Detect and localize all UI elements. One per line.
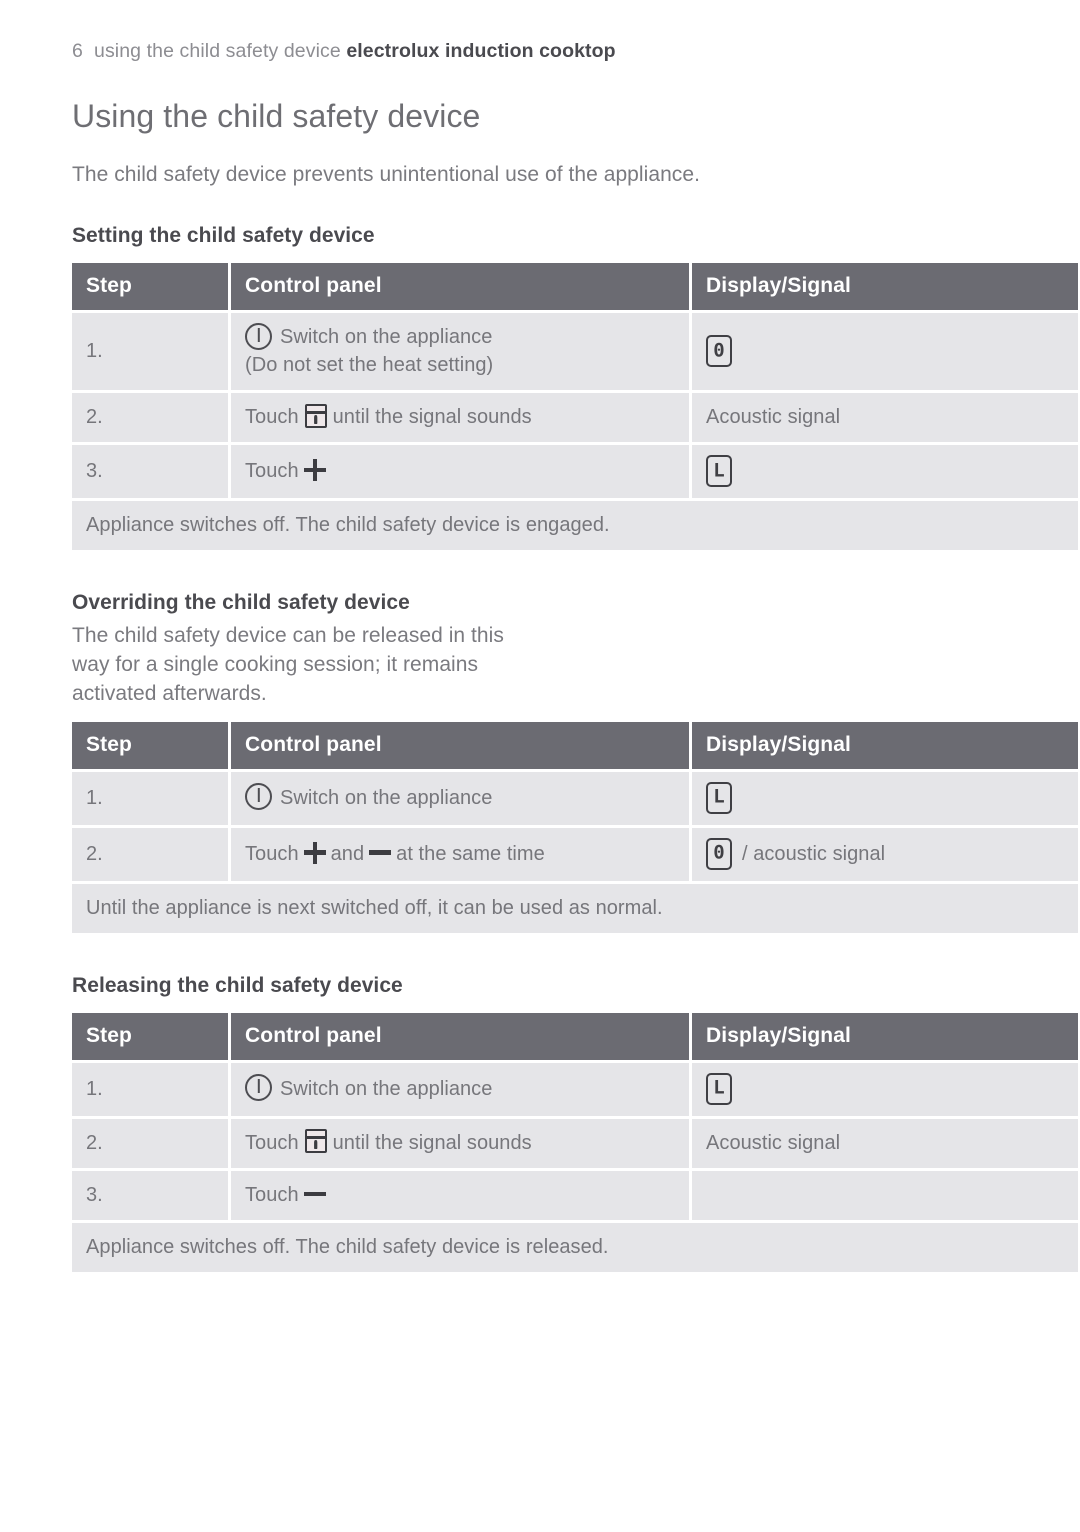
section-heading: Releasing the child safety device: [72, 973, 403, 997]
table-footnote-row: Appliance switches off. The child safety…: [72, 501, 1078, 551]
column-header-display-signal: Display/Signal: [692, 1012, 1078, 1060]
cell-step: 2.: [72, 1118, 228, 1168]
plus-icon: [303, 459, 326, 482]
display-glyph-zero: 0: [706, 335, 732, 368]
display-glyph-zero: 0: [706, 837, 732, 870]
cell-display-signal: 0: [692, 313, 1078, 391]
cell-display-signal: L: [692, 771, 1078, 825]
section-heading: Setting the child safety device: [72, 224, 375, 247]
section-heading: Overriding the child safety device: [72, 591, 410, 615]
cell-display-signal: L: [692, 445, 1078, 499]
table-row: 2. Touch until the signal sounds Acousti…: [72, 393, 1078, 443]
table-header-row: Step Control panel Display/Signal: [72, 263, 1078, 311]
intro-paragraph: The child safety device prevents uninten…: [72, 163, 700, 186]
cell-touch-label: Touch: [245, 406, 299, 429]
section-releasing: Releasing the child safety device Step C…: [72, 973, 1078, 1275]
cell-step: 3.: [72, 445, 228, 499]
lock-icon: [304, 403, 327, 428]
cell-control-panel: Switch on the appliance: [231, 771, 689, 825]
column-header-step: Step: [72, 1012, 228, 1060]
document-page: 6 using the child safety device electrol…: [0, 0, 1080, 1532]
table-row: 1. Switch on the appliance L: [72, 771, 1078, 825]
column-header-step: Step: [72, 721, 228, 769]
cell-control-panel: Touch and at the same time: [231, 827, 689, 881]
display-glyph-l: L: [706, 781, 732, 814]
cell-display-signal: [692, 1170, 1078, 1220]
running-header: 6 using the child safety device electrol…: [72, 40, 616, 63]
running-header-section: using the child safety device: [94, 40, 341, 62]
section-setting: Setting the child safety device Step Con…: [72, 223, 1078, 553]
cell-control-panel: Touch until the signal sounds: [231, 393, 689, 443]
section-overriding: Overriding the child safety device The c…: [72, 590, 1078, 935]
lock-icon: [304, 1129, 327, 1154]
steps-table: Step Control panel Display/Signal 1. Swi…: [69, 1010, 1080, 1275]
page-number: 6: [72, 40, 83, 62]
power-icon: [245, 1074, 272, 1102]
steps-table: Step Control panel Display/Signal 1. Swi…: [69, 260, 1080, 553]
table-header-row: Step Control panel Display/Signal: [72, 1012, 1078, 1060]
power-icon: [245, 323, 272, 351]
cell-step: 1.: [72, 313, 228, 391]
column-header-control-panel: Control panel: [231, 263, 689, 311]
cell-control-panel: Touch until the signal sounds: [231, 1118, 689, 1168]
cell-display-signal: L: [692, 1062, 1078, 1116]
cell-control-panel-text: Switch on the appliance: [280, 326, 493, 349]
column-header-step: Step: [72, 263, 228, 311]
cell-control-panel-suffix: until the signal sounds: [332, 1131, 532, 1154]
table-footnote: Until the appliance is next switched off…: [72, 883, 1078, 933]
table-footnote: Appliance switches off. The child safety…: [72, 501, 1078, 551]
cell-touch-label: Touch: [245, 1131, 299, 1154]
cell-control-panel-suffix: at the same time: [396, 842, 545, 865]
column-header-control-panel: Control panel: [231, 721, 689, 769]
page-title: Using the child safety device: [72, 98, 481, 134]
table-footnote-row: Until the appliance is next switched off…: [72, 883, 1078, 933]
minus-icon: [303, 1183, 326, 1205]
cell-control-panel: Switch on the appliance: [231, 1062, 689, 1116]
table-row: 1. Switch on the appliance (Do not set t…: [72, 313, 1078, 391]
cell-step: 2.: [72, 827, 228, 881]
table-row: 3. Touch: [72, 1170, 1078, 1220]
display-glyph-l: L: [706, 1072, 732, 1105]
cell-touch-label: Touch: [245, 1183, 299, 1206]
display-glyph-l: L: [706, 455, 732, 488]
power-icon: [245, 783, 272, 810]
cell-control-panel-suffix: until the signal sounds: [332, 406, 532, 429]
table-header-row: Step Control panel Display/Signal: [72, 721, 1078, 769]
content-column: Using the child safety device The child …: [72, 96, 1078, 1275]
table-row: 3. Touch L: [72, 445, 1078, 499]
table-row: 2. Touch and at the same time 0 / acoust…: [72, 827, 1078, 881]
table-footnote: Appliance switches off. The child safety…: [72, 1222, 1078, 1272]
cell-control-panel-text: Switch on the appliance: [280, 786, 493, 809]
steps-table: Step Control panel Display/Signal 1. Swi…: [69, 719, 1080, 936]
cell-step: 3.: [72, 1170, 228, 1220]
column-header-display-signal: Display/Signal: [692, 263, 1078, 311]
cell-display-signal-text: / acoustic signal: [742, 842, 886, 865]
cell-control-panel: Switch on the appliance (Do not set the …: [231, 313, 689, 391]
cell-step: 2.: [72, 393, 228, 443]
cell-control-panel: Touch: [231, 1170, 689, 1220]
cell-display-signal: Acoustic signal: [692, 1118, 1078, 1168]
cell-conjunction: and: [330, 842, 365, 865]
cell-display-signal: 0 / acoustic signal: [692, 827, 1078, 881]
section-lead: The child safety device can be released …: [72, 623, 504, 705]
plus-icon: [303, 841, 326, 864]
cell-control-panel-text: Switch on the appliance: [280, 1077, 493, 1100]
table-footnote-row: Appliance switches off. The child safety…: [72, 1222, 1078, 1272]
cell-touch-label: Touch: [245, 460, 299, 483]
table-row: 2. Touch until the signal sounds Acousti…: [72, 1118, 1078, 1168]
cell-display-signal: Acoustic signal: [692, 393, 1078, 443]
cell-control-panel: Touch: [231, 445, 689, 499]
column-header-display-signal: Display/Signal: [692, 721, 1078, 769]
cell-step: 1.: [72, 771, 228, 825]
running-header-brand: electrolux induction cooktop: [346, 40, 616, 62]
cell-touch-label: Touch: [245, 842, 299, 865]
cell-control-panel-text-2: (Do not set the heat setting): [245, 354, 494, 377]
cell-step: 1.: [72, 1062, 228, 1116]
minus-icon: [369, 842, 392, 864]
table-row: 1. Switch on the appliance L: [72, 1062, 1078, 1116]
column-header-control-panel: Control panel: [231, 1012, 689, 1060]
